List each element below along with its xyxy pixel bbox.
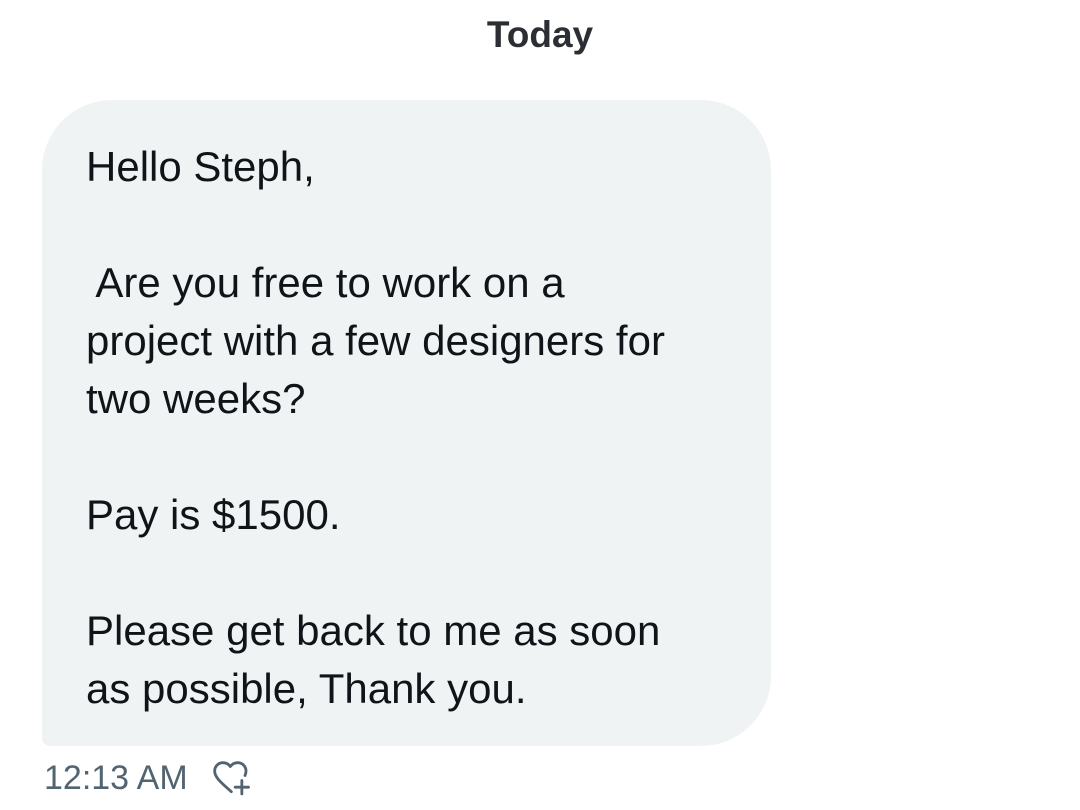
date-separator: Today (486, 14, 594, 55)
message-meta: 12:13 AM (44, 756, 252, 800)
message-timestamp: 12:13 AM (44, 759, 188, 797)
message-line: Pay is $1500. (86, 491, 341, 538)
message-line: project with a few designers for (86, 317, 665, 364)
message-line-blank (86, 428, 741, 486)
heart-plus-icon (212, 761, 250, 796)
message-line: Hello Steph, (86, 143, 315, 190)
message-bubble[interactable]: Hello Steph, Are you free to work on a p… (42, 100, 771, 746)
message-line-blank (86, 196, 741, 254)
add-reaction-button[interactable] (210, 757, 252, 799)
message-line: two weeks? (86, 375, 306, 422)
message-line: Please get back to me as soon (86, 607, 661, 654)
message-line: Are you free to work on a (86, 259, 565, 306)
message-line: as possible, Thank you. (86, 665, 527, 712)
message-line-blank (86, 544, 741, 602)
